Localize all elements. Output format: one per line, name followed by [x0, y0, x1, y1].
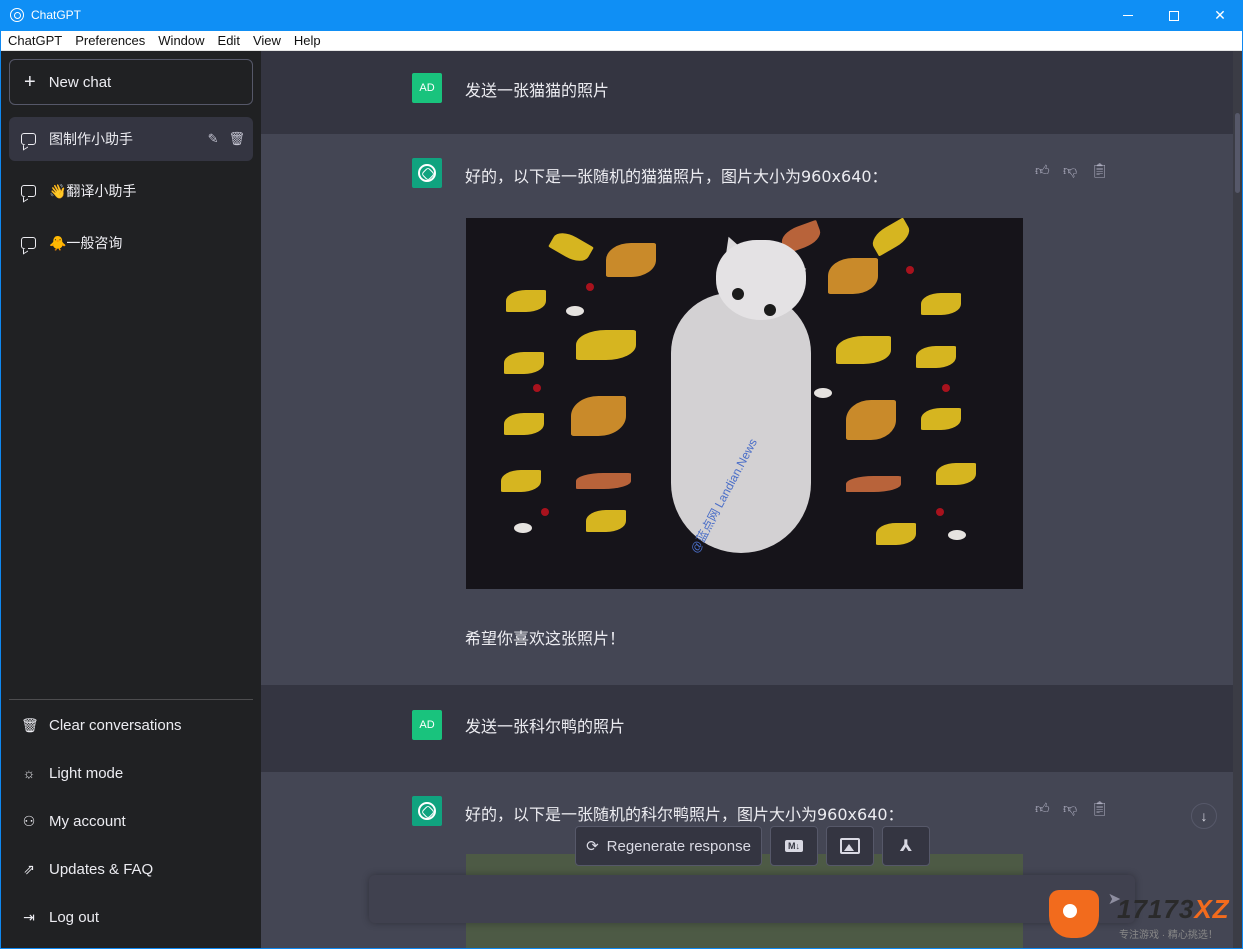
assistant-avatar	[412, 796, 442, 826]
logout-icon: ⇥	[23, 908, 35, 925]
menu-help[interactable]: Help	[294, 33, 321, 48]
menu-bar: ChatGPT Preferences Window Edit View Hel…	[1, 31, 1242, 51]
sun-icon: ☼	[22, 765, 36, 781]
user-message: AD 发送一张猫猫的照片	[261, 51, 1233, 134]
light-mode-button[interactable]: ☼ Light mode	[9, 751, 253, 795]
user-avatar: AD	[412, 710, 442, 740]
cat-head	[716, 240, 806, 320]
chat-main: AD 发送一张猫猫的照片 好的，以下是一张随机的猫猫照片，图片大小为960x64…	[261, 51, 1242, 948]
export-pdf-button[interactable]: ⅄	[882, 826, 930, 866]
message-feedback: 👍︎ 👎︎ 📋︎	[1035, 800, 1109, 816]
user-icon: ⚇	[22, 812, 36, 829]
trash-icon[interactable]: 🗑	[228, 131, 245, 147]
menu-chatgpt[interactable]: ChatGPT	[8, 33, 62, 48]
menu-window[interactable]: Window	[158, 33, 204, 48]
window-titlebar: ChatGPT ✕	[0, 0, 1243, 31]
assistant-message: 好的，以下是一张随机的猫猫照片，图片大小为960x640： 👍︎ 👎︎ 📋︎ @…	[261, 134, 1233, 685]
trash-icon: 🗑	[21, 716, 39, 733]
thumbs-up-icon[interactable]: 👍︎	[1035, 162, 1050, 178]
conversation-label: 🐥一般咨询	[49, 235, 123, 251]
log-out-label: Log out	[49, 908, 100, 926]
scrollbar-thumb[interactable]	[1235, 113, 1240, 193]
conversation-actions: ✎ 🗑	[208, 131, 245, 147]
thumbs-down-icon[interactable]: 👎︎	[1063, 800, 1077, 816]
cat-photo: @蓝点网 Landian.News	[466, 218, 1023, 589]
chat-bubble-icon	[21, 237, 36, 249]
message-feedback: 👍︎ 👎︎ 📋︎	[1035, 162, 1109, 178]
maximize-button[interactable]	[1151, 0, 1197, 31]
brand-mascot-icon	[1049, 890, 1099, 938]
close-button[interactable]: ✕	[1197, 0, 1243, 31]
scroll-to-bottom-button[interactable]: ↓	[1191, 803, 1217, 829]
message-input[interactable]: ➤	[369, 875, 1135, 923]
minimize-button[interactable]	[1105, 0, 1151, 31]
pdf-icon: ⅄	[899, 838, 913, 855]
sidebar-divider	[9, 699, 253, 700]
assistant-avatar	[412, 158, 442, 188]
menu-edit[interactable]: Edit	[218, 33, 240, 48]
sidebar-conversation-2[interactable]: 👋翻译小助手	[9, 169, 253, 213]
app-logo-icon	[10, 8, 24, 22]
clear-conversations-label: Clear conversations	[49, 716, 182, 734]
clear-conversations-button[interactable]: 🗑 Clear conversations	[9, 703, 253, 747]
assistant-message-text: 好的，以下是一张随机的猫猫照片，图片大小为960x640：	[465, 167, 888, 186]
conversation-label: 👋翻译小助手	[49, 183, 137, 199]
assistant-message-text: 好的，以下是一张随机的科尔鸭照片，图片大小为960x640：	[465, 805, 904, 824]
thumbs-down-icon[interactable]: 👎︎	[1063, 162, 1077, 178]
arrow-down-icon: ↓	[1200, 808, 1208, 824]
sidebar-conversation-3[interactable]: 🐥一般咨询	[9, 221, 253, 265]
menu-view[interactable]: View	[253, 33, 281, 48]
markdown-icon: M↓	[785, 840, 803, 852]
scrollbar[interactable]	[1233, 51, 1242, 948]
thumbs-up-icon[interactable]: 👍︎	[1035, 800, 1050, 816]
new-chat-button[interactable]: + New chat	[9, 59, 253, 105]
image-icon	[840, 838, 860, 854]
user-message-text: 发送一张科尔鸭的照片	[465, 717, 626, 736]
user-message: AD 发送一张科尔鸭的照片	[261, 685, 1233, 772]
chat-bubble-icon	[21, 133, 36, 145]
menu-preferences[interactable]: Preferences	[75, 33, 145, 48]
response-toolbar: ⟳ Regenerate response M↓ ⅄	[575, 826, 930, 866]
openai-logo-icon	[418, 164, 436, 182]
copy-icon[interactable]: 📋︎	[1091, 800, 1109, 816]
site-watermark-logo: 17173XZ 专注游戏 · 精心挑选！	[1049, 888, 1239, 944]
updates-faq-label: Updates & FAQ	[49, 860, 154, 878]
close-icon: ✕	[1214, 7, 1226, 23]
assistant-followup-text: 希望你喜欢这张照片！	[465, 629, 626, 648]
regenerate-label: Regenerate response	[606, 837, 751, 855]
chat-bubble-icon	[21, 185, 36, 197]
user-message-text: 发送一张猫猫的照片	[465, 81, 610, 100]
copy-icon[interactable]: 📋︎	[1091, 162, 1109, 178]
external-link-icon: ⇗	[23, 860, 35, 877]
log-out-button[interactable]: ⇥ Log out	[9, 895, 253, 939]
light-mode-label: Light mode	[49, 764, 124, 782]
openai-logo-icon	[418, 802, 436, 820]
minimize-icon	[1123, 15, 1133, 16]
brand-text: 17173XZ	[1117, 894, 1230, 924]
window-title: ChatGPT	[31, 8, 82, 22]
refresh-icon: ⟳	[586, 838, 599, 855]
plus-icon: +	[24, 70, 36, 93]
export-image-button[interactable]	[826, 826, 874, 866]
edit-icon[interactable]: ✎	[208, 131, 219, 147]
brand-tagline: 专注游戏 · 精心挑选！	[1119, 930, 1218, 941]
sidebar-conversation-1[interactable]: 图制作小助手 ✎ 🗑	[9, 117, 253, 161]
my-account-button[interactable]: ⚇ My account	[9, 799, 253, 843]
new-chat-label: New chat	[48, 73, 112, 91]
export-markdown-button[interactable]: M↓	[770, 826, 818, 866]
my-account-label: My account	[49, 812, 126, 830]
regenerate-response-button[interactable]: ⟳ Regenerate response	[575, 826, 762, 866]
conversation-label: 图制作小助手	[49, 131, 133, 147]
user-avatar: AD	[412, 73, 442, 103]
maximize-icon	[1169, 10, 1179, 21]
cat-body	[671, 293, 811, 553]
updates-faq-button[interactable]: ⇗ Updates & FAQ	[9, 847, 253, 891]
sidebar: + New chat 图制作小助手 ✎ 🗑 👋翻译小助手 🐥一般咨询 🗑 Cle…	[1, 51, 261, 948]
